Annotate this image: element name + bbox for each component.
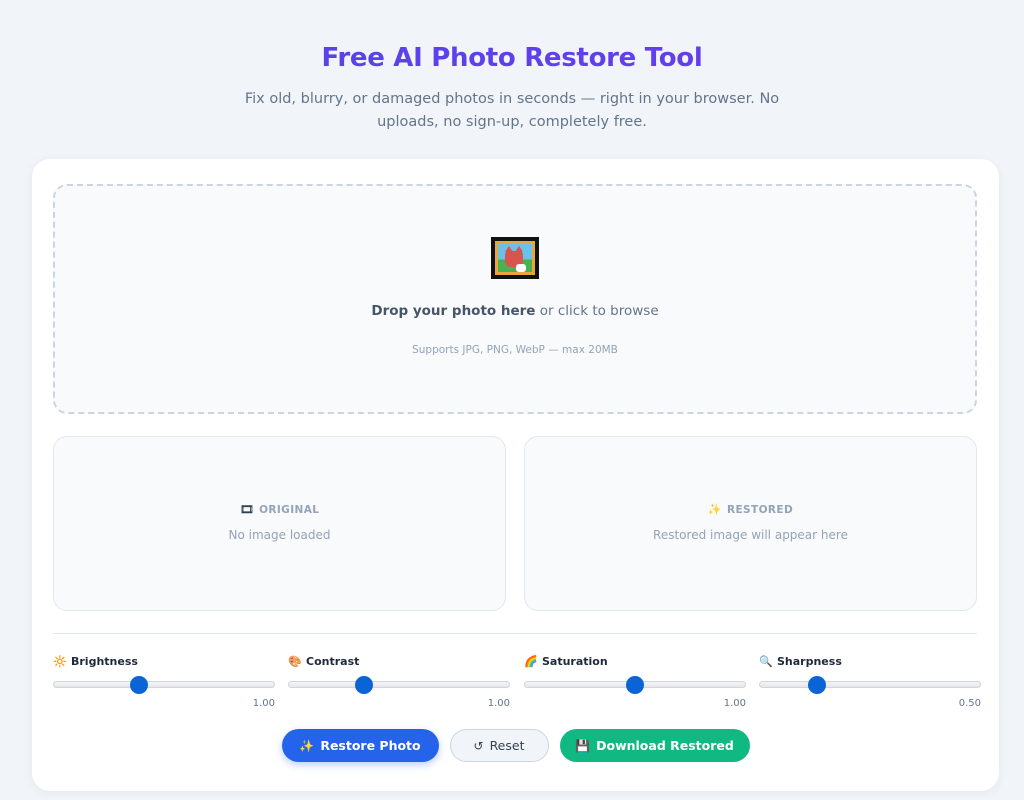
brightness-label: Brightness	[71, 654, 138, 668]
film-icon: 🎞	[239, 503, 255, 516]
palette-icon: 🎨	[288, 654, 302, 668]
page-subtitle: Fix old, blurry, or damaged photos in se…	[244, 91, 780, 130]
sharpness-track[interactable]	[759, 676, 981, 694]
restore-photo-button[interactable]: ✨ Restore Photo	[281, 729, 439, 762]
sun-icon: 🔆	[53, 654, 67, 668]
contrast-label: Contrast	[306, 654, 360, 668]
brightness-thumb[interactable]	[129, 676, 148, 694]
download-restored-label: Download Restored	[596, 738, 734, 753]
restored-label-row: ✨ RESTORED	[525, 503, 976, 516]
saturation-label: Saturation	[542, 654, 608, 668]
restored-panel: ✨ RESTORED Restored image will appear he…	[524, 436, 977, 611]
sparkles-icon: ✨	[299, 738, 315, 753]
rainbow-icon: 🌈	[524, 654, 538, 668]
contrast-thumb[interactable]	[354, 676, 373, 694]
adjustment-sliders: 🔆 Brightness 1.00 🎨 Contrast 1.00 🌈 Satu…	[53, 653, 981, 713]
contrast-track[interactable]	[288, 676, 510, 694]
saturation-thumb[interactable]	[626, 676, 644, 694]
restored-empty-message: Restored image will appear here	[653, 528, 848, 542]
dropzone-instructions: Drop your photo here or click to browse	[55, 303, 975, 319]
sharpness-value: 0.50	[958, 698, 981, 709]
download-restored-button[interactable]: 💾 Download Restored	[559, 729, 750, 762]
action-buttons: ✨ Restore Photo ↺ Reset 💾 Download Resto…	[32, 729, 999, 763]
original-panel: 🎞 ORIGINAL No image loaded	[53, 436, 506, 611]
saturation-value: 1.00	[723, 698, 746, 709]
sharpness-label: Sharpness	[777, 654, 842, 668]
restore-photo-label: Restore Photo	[320, 738, 421, 753]
sharpness-thumb[interactable]	[808, 676, 827, 694]
contrast-slider: 🎨 Contrast 1.00	[288, 653, 510, 709]
dropzone-hint: Supports JPG, PNG, WebP — max 20MB	[412, 344, 618, 356]
contrast-value: 1.00	[487, 698, 510, 709]
dropzone-browse-text: or click to browse	[535, 303, 659, 319]
brightness-track[interactable]	[53, 676, 275, 694]
page-title: Free AI Photo Restore Tool	[0, 40, 1024, 76]
floppy-disk-icon: 💾	[575, 738, 591, 753]
reset-label: Reset	[489, 738, 525, 753]
tool-card: Drop your photo here or click to browse …	[32, 159, 999, 791]
saturation-track[interactable]	[524, 676, 746, 694]
dropzone-strong-text: Drop your photo here	[371, 303, 536, 319]
restored-label: RESTORED	[727, 503, 794, 516]
brightness-value: 1.00	[252, 698, 275, 709]
sparkles-icon: ✨	[707, 503, 722, 516]
framed-picture-icon	[491, 237, 539, 279]
divider	[53, 633, 977, 634]
reset-icon: ↺	[473, 738, 484, 753]
header: Free AI Photo Restore Tool Fix old, blur…	[0, 0, 1024, 134]
magnifier-icon: 🔍	[759, 654, 773, 668]
page: Free AI Photo Restore Tool Fix old, blur…	[0, 0, 1024, 800]
brightness-slider: 🔆 Brightness 1.00	[53, 653, 275, 709]
sharpness-slider: 🔍 Sharpness 0.50	[759, 653, 981, 709]
reset-button[interactable]: ↺ Reset	[449, 729, 549, 762]
original-label-row: 🎞 ORIGINAL	[54, 503, 505, 516]
photo-dropzone[interactable]: Drop your photo here or click to browse …	[53, 184, 977, 414]
saturation-slider: 🌈 Saturation 1.00	[524, 653, 746, 709]
original-label: ORIGINAL	[259, 503, 320, 516]
original-empty-message: No image loaded	[228, 528, 331, 542]
